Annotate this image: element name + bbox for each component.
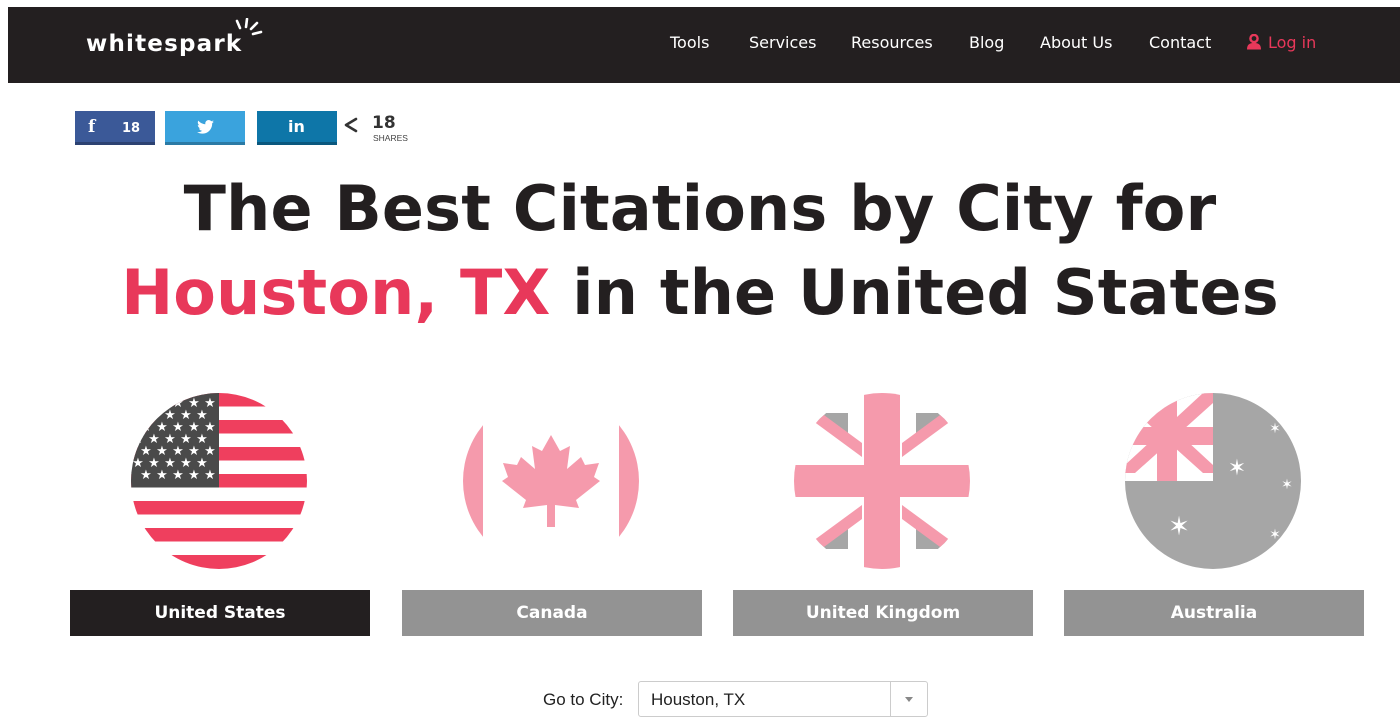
facebook-share-count: 18 <box>122 121 141 136</box>
spark-icon <box>235 18 263 36</box>
share-total-count: 18 <box>372 113 396 133</box>
nav-services[interactable]: Services <box>749 33 816 52</box>
facebook-icon: f <box>88 117 96 137</box>
country-button-australia[interactable]: Australia <box>1064 590 1364 636</box>
city-select-label: Go to City: <box>543 690 624 709</box>
linkedin-icon: in <box>288 117 305 136</box>
svg-text:★: ★ <box>156 396 168 411</box>
svg-text:✶: ✶ <box>1281 477 1293 493</box>
us-flag-icon[interactable]: ★ ★ ★ ★ ★ ★ ★ ★ ★ ★ ★ ★ ★ ★ ★ ★ ★ ★ ★ ★ ★ ★ ★ ★ ★ ★ ★ ★ ★ ★ ★ ★ ★ ★ <box>131 393 307 569</box>
uk-flag-icon[interactable] <box>794 393 970 569</box>
nav-resources[interactable]: Resources <box>851 33 933 52</box>
nav-contact[interactable]: Contact <box>1149 33 1211 52</box>
share-icon <box>344 117 358 133</box>
svg-text:✶: ✶ <box>1269 527 1281 543</box>
city-select-value: Houston, TX <box>651 690 746 709</box>
svg-text:✶: ✶ <box>1168 512 1190 542</box>
nav-about-us[interactable]: About Us <box>1040 33 1112 52</box>
title-country-text: in the United States <box>550 256 1279 329</box>
city-name: Houston, TX <box>121 256 551 329</box>
whitespark-logo[interactable]: whitespark <box>86 31 242 57</box>
svg-text:✶: ✶ <box>1228 456 1246 481</box>
svg-text:★: ★ <box>204 468 216 483</box>
country-button-canada[interactable]: Canada <box>402 590 702 636</box>
twitter-share-button[interactable] <box>165 111 245 145</box>
svg-text:★: ★ <box>140 468 152 483</box>
svg-text:★: ★ <box>140 396 152 411</box>
twitter-icon <box>197 120 214 134</box>
canada-flag-icon[interactable] <box>463 393 639 569</box>
logo-text: whitespark <box>86 31 243 57</box>
top-navigation-bar: whitespark Tools Services Resources Blog… <box>8 7 1400 83</box>
city-select[interactable]: Houston, TX <box>638 681 928 717</box>
linkedin-share-button[interactable]: in <box>257 111 337 145</box>
login-link[interactable]: Log in <box>1246 33 1316 52</box>
page-title-line-2: Houston, TX in the United States <box>0 256 1400 329</box>
svg-text:✶: ✶ <box>1269 421 1281 437</box>
login-label: Log in <box>1268 33 1317 52</box>
nav-blog[interactable]: Blog <box>969 33 1004 52</box>
svg-text:★: ★ <box>156 468 168 483</box>
australia-flag-icon[interactable]: ✶ ✶ ✶ ✶ ✶ <box>1125 393 1301 569</box>
page-title-line-1: The Best Citations by City for <box>183 172 1217 245</box>
svg-text:★: ★ <box>188 468 200 483</box>
svg-text:★: ★ <box>172 468 184 483</box>
facebook-share-button[interactable]: f 18 <box>75 111 155 145</box>
nav-tools[interactable]: Tools <box>670 33 709 52</box>
country-button-united-kingdom[interactable]: United Kingdom <box>733 590 1033 636</box>
user-icon <box>1247 34 1261 50</box>
share-total-label: SHARES <box>373 133 408 143</box>
chevron-down-icon <box>905 697 913 702</box>
city-select-toggle[interactable] <box>890 682 927 716</box>
country-button-united-states[interactable]: United States <box>70 590 370 636</box>
